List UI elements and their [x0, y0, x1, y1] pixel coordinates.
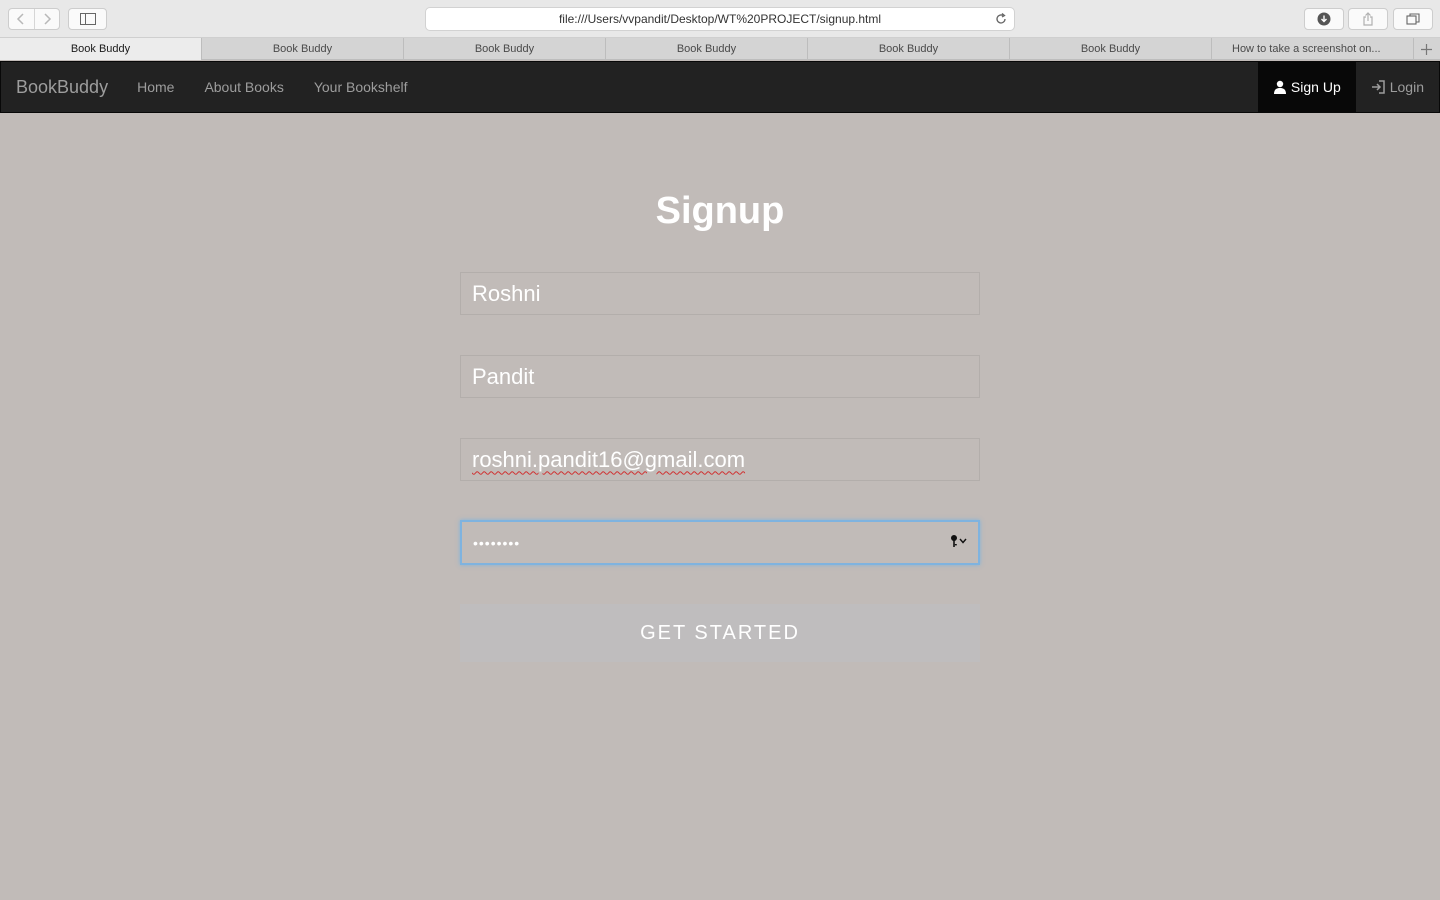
browser-tab[interactable]: Book Buddy — [808, 38, 1010, 60]
nav-link-about-books[interactable]: About Books — [189, 62, 298, 112]
tab-label: Book Buddy — [1080, 43, 1141, 55]
tab-label: Book Buddy — [272, 43, 333, 55]
address-bar[interactable]: file:///Users/vvpandit/Desktop/WT%20PROJ… — [425, 7, 1015, 31]
tab-overview-button[interactable] — [1393, 8, 1433, 30]
browser-tab[interactable]: Book Buddy — [606, 38, 808, 60]
email-input[interactable]: roshni.pandit16@gmail.com — [460, 438, 980, 481]
user-icon — [1273, 80, 1286, 94]
email-value: roshni.pandit16@gmail.com — [472, 446, 746, 472]
site-navbar: BookBuddy Home About Books Your Bookshel… — [0, 61, 1440, 113]
reload-icon[interactable] — [994, 12, 1008, 26]
tab-label: How to take a screenshot on... — [1232, 43, 1381, 55]
password-value: •••••••• — [473, 534, 521, 551]
browser-tab[interactable]: Book Buddy — [1010, 38, 1212, 60]
back-button[interactable] — [9, 9, 34, 29]
new-tab-button[interactable] — [1414, 38, 1438, 60]
signup-nav-label: Sign Up — [1290, 79, 1341, 95]
browser-tab[interactable]: Book Buddy — [404, 38, 606, 60]
tab-label: Book Buddy — [70, 43, 131, 55]
download-icon — [1317, 12, 1331, 26]
sidebar-toggle-button[interactable] — [68, 8, 107, 30]
browser-tab[interactable]: Book Buddy — [202, 38, 404, 60]
downloads-button[interactable] — [1304, 8, 1344, 30]
history-buttons — [8, 8, 60, 30]
tab-bar: Book Buddy Book Buddy Book Buddy Book Bu… — [0, 38, 1440, 60]
url-text: file:///Users/vvpandit/Desktop/WT%20PROJ… — [558, 12, 882, 26]
last-name-input[interactable]: Pandit — [460, 355, 980, 398]
sidebar-icon — [79, 13, 96, 25]
first-name-input[interactable]: Roshni — [460, 272, 980, 315]
share-icon — [1363, 12, 1373, 26]
page-title: Signup — [655, 190, 785, 232]
forward-button[interactable] — [33, 9, 60, 29]
tab-label: Book Buddy — [474, 43, 535, 55]
get-started-button[interactable]: GET STARTED — [460, 604, 980, 662]
browser-tab[interactable]: How to take a screenshot on... — [1212, 38, 1414, 60]
nav-right: Sign Up Login — [1257, 62, 1439, 112]
chevron-right-icon — [44, 13, 51, 25]
login-icon — [1371, 80, 1385, 94]
first-name-value: Roshni — [472, 280, 541, 306]
tab-label: Book Buddy — [676, 43, 737, 55]
browser-toolbar: file:///Users/vvpandit/Desktop/WT%20PROJ… — [0, 0, 1440, 38]
last-name-value: Pandit — [472, 363, 535, 389]
signup-nav-item[interactable]: Sign Up — [1257, 62, 1356, 112]
login-nav-label: Login — [1389, 79, 1424, 95]
nav-link-home[interactable]: Home — [122, 62, 189, 112]
password-input[interactable]: •••••••• — [460, 520, 980, 565]
key-icon[interactable] — [950, 534, 968, 548]
tabs-icon — [1406, 13, 1420, 25]
share-button[interactable] — [1348, 8, 1388, 30]
brand-logo[interactable]: BookBuddy — [16, 77, 108, 98]
tab-label: Book Buddy — [878, 43, 939, 55]
login-nav-item[interactable]: Login — [1356, 62, 1439, 112]
plus-icon — [1420, 43, 1432, 55]
chevron-left-icon — [17, 13, 24, 25]
browser-tab[interactable]: Book Buddy — [0, 38, 202, 60]
nav-link-bookshelf[interactable]: Your Bookshelf — [299, 62, 423, 112]
